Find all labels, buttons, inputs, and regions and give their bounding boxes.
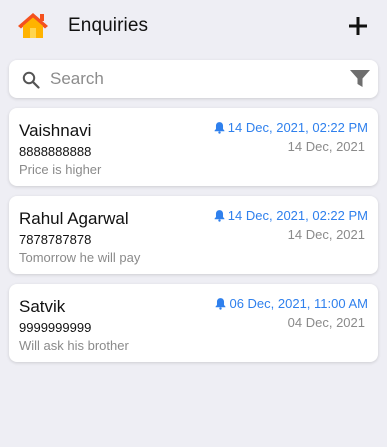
enquiry-card[interactable]: Rahul Agarwal 7878787878 Tomorrow he wil… bbox=[9, 196, 378, 274]
search-bar bbox=[9, 60, 378, 98]
app-header: Enquiries bbox=[0, 0, 387, 52]
enquiry-phone: 7878787878 bbox=[19, 232, 92, 247]
enquiry-reminder: 14 Dec, 2021, 02:22 PM bbox=[213, 208, 368, 223]
enquiry-phone: 9999999999 bbox=[19, 320, 92, 335]
enquiry-card[interactable]: Satvik 9999999999 Will ask his brother 0… bbox=[9, 284, 378, 362]
home-icon[interactable] bbox=[17, 11, 49, 39]
reminder-datetime: 14 Dec, 2021, 02:22 PM bbox=[227, 120, 368, 135]
enquiry-note: Price is higher bbox=[19, 162, 102, 177]
enquiry-note: Will ask his brother bbox=[19, 338, 129, 353]
search-input[interactable] bbox=[50, 65, 340, 93]
enquiry-name: Rahul Agarwal bbox=[19, 209, 129, 228]
enquiry-date: 14 Dec, 2021 bbox=[287, 227, 365, 242]
search-icon bbox=[22, 71, 40, 89]
enquiry-name: Vaishnavi bbox=[19, 121, 92, 140]
reminder-datetime: 14 Dec, 2021, 02:22 PM bbox=[227, 208, 368, 223]
plus-icon[interactable] bbox=[347, 15, 369, 37]
filter-icon[interactable] bbox=[350, 70, 370, 88]
enquiry-list: Vaishnavi 8888888888 Price is higher 14 … bbox=[9, 108, 378, 372]
reminder-datetime: 06 Dec, 2021, 11:00 AM bbox=[229, 296, 368, 311]
bell-icon bbox=[214, 122, 225, 134]
enquiry-card[interactable]: Vaishnavi 8888888888 Price is higher 14 … bbox=[9, 108, 378, 186]
enquiry-phone: 8888888888 bbox=[19, 144, 92, 159]
enquiry-date: 14 Dec, 2021 bbox=[287, 139, 365, 154]
page-title: Enquiries bbox=[68, 15, 149, 36]
enquiry-reminder: 14 Dec, 2021, 02:22 PM bbox=[213, 120, 368, 135]
enquiry-date: 04 Dec, 2021 bbox=[287, 315, 365, 330]
enquiry-name: Satvik bbox=[19, 297, 66, 316]
enquiry-note: Tomorrow he will pay bbox=[19, 250, 141, 265]
enquiry-reminder: 06 Dec, 2021, 11:00 AM bbox=[214, 296, 368, 311]
bell-icon bbox=[214, 210, 225, 222]
bell-icon bbox=[216, 298, 226, 310]
